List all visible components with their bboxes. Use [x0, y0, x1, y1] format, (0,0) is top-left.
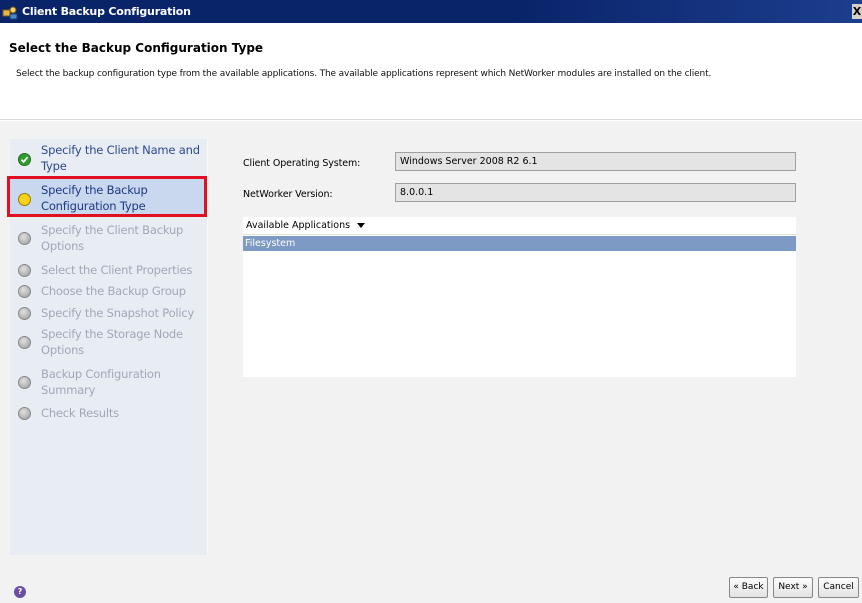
- column-header-label: Available Applications: [246, 220, 351, 231]
- version-field: 8.0.0.1: [395, 183, 796, 202]
- window-titlebar: Client Backup Configuration X: [0, 0, 862, 23]
- page-title: Select the Backup Configuration Type: [9, 41, 264, 55]
- step-label: Backup Configuration: [41, 367, 161, 381]
- step-label: Select the Client Properties: [41, 263, 193, 277]
- pending-step-icon: [18, 376, 31, 389]
- next-button[interactable]: Next »: [773, 577, 813, 598]
- step-label: Choose the Backup Group: [41, 284, 186, 298]
- step-label: Options: [41, 343, 84, 357]
- step-label: Type: [41, 159, 67, 173]
- dropdown-caret-icon: [357, 223, 366, 228]
- current-step-icon: [18, 193, 31, 206]
- client-backup-app-icon: [2, 6, 18, 19]
- cancel-button[interactable]: Cancel: [818, 577, 859, 598]
- version-label: NetWorker Version:: [243, 189, 333, 200]
- page-description: Select the backup configuration type fro…: [16, 69, 712, 79]
- os-field: Windows Server 2008 R2 6.1: [395, 152, 796, 171]
- pending-step-icon: [18, 285, 31, 298]
- pending-step-icon: [18, 232, 31, 245]
- step-label: Summary: [41, 383, 96, 397]
- wizard-body: Specify the Client Name and Type Specify…: [0, 121, 862, 603]
- wizard-header: Select the Backup Configuration Type Sel…: [0, 23, 862, 120]
- window-title: Client Backup Configuration: [22, 5, 191, 18]
- available-applications-header[interactable]: Available Applications: [243, 217, 796, 235]
- step-label: Options: [41, 239, 84, 253]
- step-label: Specify the Snapshot Policy: [41, 306, 195, 320]
- back-button[interactable]: « Back: [729, 577, 768, 598]
- os-label: Client Operating System:: [243, 158, 361, 169]
- close-icon[interactable]: X: [852, 4, 862, 19]
- help-icon[interactable]: ?: [14, 586, 26, 598]
- pending-step-icon: [18, 307, 31, 320]
- step-label: Specify the Backup: [41, 183, 148, 197]
- pending-step-icon: [18, 264, 31, 277]
- step-label: Specify the Client Backup: [41, 223, 184, 237]
- step-label: Specify the Storage Node: [41, 327, 183, 341]
- pending-step-icon: [18, 407, 31, 420]
- list-item-filesystem[interactable]: Filesystem: [243, 236, 796, 251]
- available-applications-list[interactable]: Available Applications Filesystem: [243, 217, 796, 377]
- check-icon: [18, 153, 31, 166]
- wizard-steps-panel: Specify the Client Name and Type Specify…: [7, 139, 208, 555]
- step-label: Specify the Client Name and: [41, 143, 200, 157]
- step-label: Configuration Type: [41, 199, 146, 213]
- step-label: Check Results: [41, 406, 119, 420]
- pending-step-icon: [18, 336, 31, 349]
